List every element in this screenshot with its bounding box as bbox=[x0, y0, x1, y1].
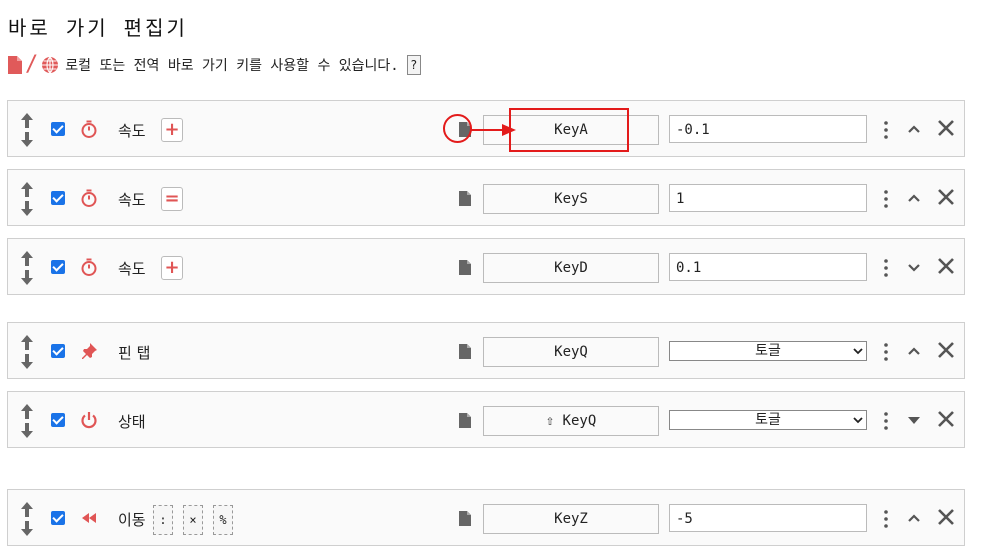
close-icon[interactable] bbox=[936, 118, 956, 138]
more-vertical-icon[interactable] bbox=[881, 509, 891, 529]
dropdown-caret-icon bbox=[853, 417, 863, 424]
action-select[interactable]: 토글 bbox=[669, 341, 867, 361]
value-input[interactable]: 0.1 bbox=[669, 253, 867, 281]
chevron-up-icon[interactable] bbox=[906, 342, 922, 360]
stopwatch-icon bbox=[81, 258, 97, 276]
close-icon[interactable] bbox=[936, 187, 956, 207]
operation-button[interactable]: = bbox=[161, 187, 183, 211]
enable-checkbox[interactable] bbox=[51, 191, 65, 205]
select-value: 토글 bbox=[755, 343, 781, 359]
more-vertical-icon[interactable] bbox=[881, 411, 891, 431]
close-icon[interactable] bbox=[936, 340, 956, 360]
slash-separator: / bbox=[25, 52, 39, 77]
key-input[interactable]: KeyD bbox=[483, 253, 659, 283]
caret-down-icon[interactable] bbox=[906, 411, 922, 429]
enable-checkbox[interactable] bbox=[51, 511, 65, 525]
enable-checkbox[interactable] bbox=[51, 344, 65, 358]
row-label: 속도 bbox=[118, 260, 146, 278]
shortcut-row: 상태 ⇧ KeyQ 토글 bbox=[7, 391, 965, 448]
move-arrows-icon[interactable] bbox=[20, 113, 34, 147]
row-label: 상태 bbox=[118, 413, 146, 431]
document-icon[interactable] bbox=[459, 260, 471, 275]
pin-icon bbox=[82, 343, 97, 359]
chevron-up-icon[interactable] bbox=[906, 509, 922, 527]
shortcut-row: 핀 탭 KeyQ 토글 bbox=[7, 322, 965, 379]
more-vertical-icon[interactable] bbox=[881, 342, 891, 362]
rewind-icon bbox=[82, 513, 96, 523]
file-icon bbox=[8, 56, 22, 74]
subtitle-text: 로컬 또는 전역 바로 가기 키를 사용할 수 있습니다. bbox=[65, 58, 399, 74]
close-icon[interactable] bbox=[936, 409, 956, 429]
operation-button[interactable]: + bbox=[161, 256, 183, 280]
subtitle-bar: / 로컬 또는 전역 바로 가기 키를 사용할 수 있습니다. ? bbox=[8, 54, 421, 76]
enable-checkbox[interactable] bbox=[51, 122, 65, 136]
row-label: 속도 bbox=[118, 122, 146, 140]
shortcut-row: 속도 + KeyD 0.1 bbox=[7, 238, 965, 295]
key-input[interactable]: KeyS bbox=[483, 184, 659, 214]
value-input[interactable]: -0.1 bbox=[669, 115, 867, 143]
key-input[interactable]: KeyQ bbox=[483, 337, 659, 367]
document-icon[interactable] bbox=[459, 344, 471, 359]
document-icon[interactable] bbox=[459, 511, 471, 526]
dropdown-caret-icon bbox=[853, 348, 863, 355]
shortcut-row: 이동 : × % KeyZ -5 bbox=[7, 489, 965, 546]
stopwatch-icon bbox=[81, 120, 97, 138]
key-input[interactable]: ⇧ KeyQ bbox=[483, 406, 659, 436]
chevron-up-icon[interactable] bbox=[906, 189, 922, 207]
document-icon[interactable] bbox=[459, 191, 471, 206]
close-icon[interactable] bbox=[936, 256, 956, 276]
move-arrows-icon[interactable] bbox=[20, 404, 34, 438]
stopwatch-icon bbox=[81, 189, 97, 207]
globe-icon bbox=[42, 56, 59, 74]
row-label: 속도 bbox=[118, 191, 146, 209]
chevron-down-icon[interactable] bbox=[906, 258, 922, 276]
document-icon[interactable] bbox=[459, 413, 471, 428]
annotation-circle bbox=[443, 114, 472, 143]
chevron-up-icon[interactable] bbox=[906, 120, 922, 138]
move-arrows-icon[interactable] bbox=[20, 251, 34, 285]
operation-button[interactable]: + bbox=[161, 118, 183, 142]
more-vertical-icon[interactable] bbox=[881, 189, 891, 209]
action-select[interactable]: 토글 bbox=[669, 410, 867, 430]
extra-option-percent[interactable]: % bbox=[213, 505, 233, 535]
move-arrows-icon[interactable] bbox=[20, 182, 34, 216]
extra-option-colon[interactable]: : bbox=[153, 505, 173, 535]
more-vertical-icon[interactable] bbox=[881, 258, 891, 278]
move-arrows-icon[interactable] bbox=[20, 335, 34, 369]
enable-checkbox[interactable] bbox=[51, 413, 65, 427]
page-title: 바로 가기 편집기 bbox=[8, 16, 188, 40]
shortcut-row: 속도 = KeyS 1 bbox=[7, 169, 965, 226]
extra-option-times[interactable]: × bbox=[183, 505, 203, 535]
annotation-highlight-box bbox=[509, 108, 629, 152]
move-arrows-icon[interactable] bbox=[20, 502, 34, 536]
key-input[interactable]: KeyZ bbox=[483, 504, 659, 534]
value-input[interactable]: -5 bbox=[669, 504, 867, 532]
row-label: 핀 탭 bbox=[118, 344, 151, 362]
select-value: 토글 bbox=[755, 412, 781, 428]
more-vertical-icon[interactable] bbox=[881, 120, 891, 140]
enable-checkbox[interactable] bbox=[51, 260, 65, 274]
help-button[interactable]: ? bbox=[406, 55, 421, 75]
close-icon[interactable] bbox=[936, 507, 956, 527]
power-icon bbox=[81, 412, 97, 429]
row-label: 이동 bbox=[118, 511, 146, 529]
value-input[interactable]: 1 bbox=[669, 184, 867, 212]
